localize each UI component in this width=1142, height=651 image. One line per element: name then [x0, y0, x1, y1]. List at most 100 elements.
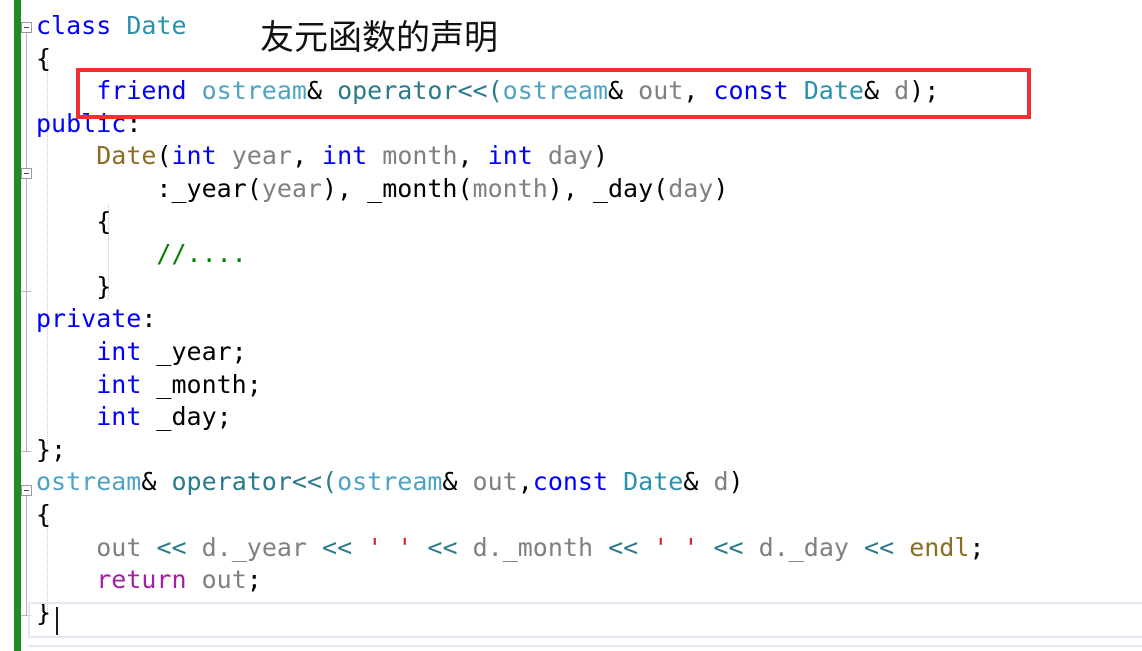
code-line[interactable]: int _month; [36, 369, 1136, 402]
code-token: ) [593, 141, 609, 171]
code-token: //.... [156, 239, 247, 269]
code-line[interactable]: } [36, 271, 1136, 304]
code-token: : [126, 108, 142, 138]
code-line[interactable]: Date(int year, int month, int day) [36, 140, 1136, 173]
code-token: _year; [141, 336, 247, 366]
code-token: ostream [502, 76, 609, 106]
code-token: << [864, 532, 895, 562]
code-token: & [306, 76, 323, 106]
code-token: ; [246, 565, 262, 595]
code-token: private [36, 304, 142, 334]
code-token: d._year [201, 532, 307, 562]
code-token: & [141, 467, 157, 497]
code-token: << [713, 532, 744, 562]
code-token: { [36, 499, 52, 529]
code-line[interactable]: public: [36, 108, 1136, 141]
code-line[interactable]: //.... [36, 238, 1136, 271]
code-token: ostream [337, 467, 443, 497]
code-token: ; [969, 532, 985, 562]
code-token: endl [909, 532, 970, 562]
code-token: const [713, 76, 789, 106]
text-caret [56, 607, 58, 635]
code-line[interactable]: ostream& operator<<(ostream& out,const D… [36, 466, 1136, 499]
code-token: out [201, 565, 247, 595]
code-text[interactable]: class Date{ friend ostream& operator<<(o… [36, 10, 1136, 629]
fold-toggle-class-date[interactable] [21, 22, 32, 33]
code-token: : [141, 304, 157, 334]
code-token: ' ' [653, 532, 699, 562]
code-token: } [36, 271, 112, 301]
code-token: operator<< [171, 467, 322, 497]
code-line[interactable]: :_year(year), _month(month), _day(day) [36, 173, 1136, 206]
code-token: int [487, 141, 533, 171]
code-line[interactable]: friend ostream& operator<<(ostream& out,… [36, 75, 1136, 108]
code-token: , [457, 141, 488, 171]
code-line[interactable]: }; [36, 434, 1136, 467]
code-token: operator<< [337, 76, 488, 106]
code-token: :_year( [36, 173, 262, 203]
code-token: & [442, 467, 458, 497]
annotation-text: 友元函数的声明 [260, 18, 498, 58]
code-token: , [683, 76, 714, 106]
code-token: ' ' [367, 532, 413, 562]
code-token: d._month [472, 532, 594, 562]
code-token: d._day [758, 532, 849, 562]
code-line[interactable]: } [36, 597, 1136, 630]
code-token: Date [126, 11, 187, 40]
code-line[interactable]: { [36, 499, 1136, 532]
code-line[interactable]: private: [36, 303, 1136, 336]
code-token: _month; [141, 369, 262, 399]
bottom-separator [28, 645, 1142, 647]
code-line[interactable]: { [36, 206, 1136, 239]
code-token: month [382, 141, 458, 171]
change-indicator-bar [14, 0, 21, 651]
code-line[interactable]: { [36, 43, 1136, 76]
code-token: ); [909, 76, 940, 106]
fold-toggle-constructor[interactable] [21, 168, 32, 179]
code-token: { [36, 43, 52, 73]
fold-toggle-operator[interactable] [21, 485, 32, 496]
code-token: friend [96, 76, 187, 106]
code-token: & [683, 467, 699, 497]
code-token: month [472, 173, 548, 203]
code-token: out [96, 532, 142, 562]
code-token: ( [487, 76, 503, 106]
code-token: int [96, 402, 142, 432]
code-token: << [427, 532, 458, 562]
code-token: return [96, 565, 187, 595]
code-token: & [608, 76, 624, 106]
code-line[interactable]: return out; [36, 564, 1136, 597]
code-line[interactable]: int _day; [36, 401, 1136, 434]
code-line[interactable]: class Date [36, 10, 1136, 43]
code-token: out [638, 76, 684, 106]
code-line[interactable]: int _year; [36, 336, 1136, 369]
code-line[interactable]: out << d._year << ' ' << d._month << ' '… [36, 532, 1136, 565]
code-token: year [231, 141, 292, 171]
code-token: int [322, 141, 368, 171]
code-token: , [291, 141, 323, 171]
code-editor[interactable]: class Date{ friend ostream& operator<<(o… [0, 0, 1142, 651]
code-token: , [517, 467, 533, 497]
code-token: ( [156, 141, 172, 171]
